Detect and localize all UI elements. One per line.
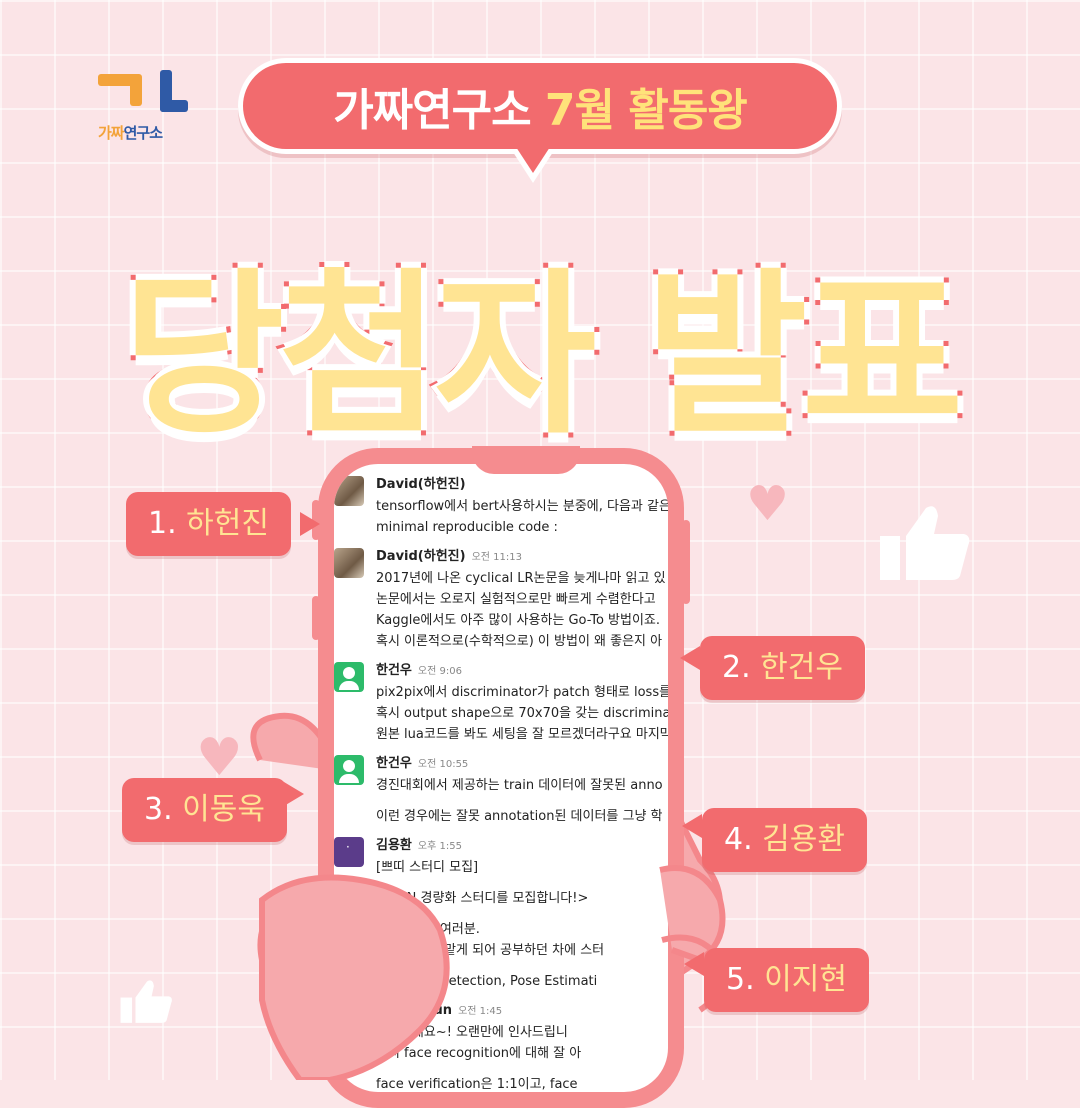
message-text: 안녕하세요~! 오랜만에 인사드립니 bbox=[376, 1025, 568, 1040]
sender-name: leeejihyun bbox=[376, 1003, 453, 1018]
chat-message: leeejihyun 오전 1:45 안녕하세요~! 오랜만에 인사드립니혹시 fa… bbox=[334, 1000, 668, 1108]
winner-label-4: 4. 김용환 bbox=[702, 808, 867, 872]
avatar bbox=[334, 662, 364, 692]
chat-message: David(하헌진) 오전 11:13 2017년에 나온 cyclical LR논… bbox=[334, 546, 668, 652]
sender-name: 한건우 bbox=[376, 663, 412, 678]
message-time: 오전 1:45 bbox=[458, 1006, 503, 1017]
thumbs-up-icon bbox=[120, 980, 172, 1023]
message-text: face verification은 1:1이고, face bbox=[376, 1077, 578, 1092]
chat-message: David(하헌진) tensorflow에서 bert사용하시는 분중에, 다음… bbox=[334, 474, 668, 538]
winner-label-3: 3. 이동욱 bbox=[122, 778, 287, 842]
logo-text: 가짜연구소 bbox=[98, 124, 163, 142]
avatar bbox=[334, 476, 364, 506]
message-text: 혹시 output shape으로 70x70을 갖는 discriminato… bbox=[376, 706, 684, 721]
message-text: 가짜연구소 여러분. bbox=[376, 922, 480, 937]
winner-label-2: 2. 한건우 bbox=[700, 636, 865, 700]
message-time: 오후 1:55 bbox=[417, 841, 462, 852]
message-time: 오전 10:55 bbox=[417, 759, 469, 770]
chat-message: 한건우 오전 10:55 경진대회에서 제공하는 train 데이터에 잘못된 an… bbox=[334, 753, 668, 827]
message-text: 에 Object Detection, Pose Estimati bbox=[376, 974, 598, 989]
header-speech-bubble: 가짜연구소 7월 활동왕 bbox=[238, 58, 842, 183]
sender-name: 김용환 bbox=[376, 838, 412, 853]
message-text: 원본 lua코드를 봐도 세팅을 잘 모르겠더라구요 마지막 bbox=[376, 727, 672, 742]
message-text: <DNN 경량화 스터디를 모집합니다!> bbox=[376, 891, 589, 906]
chat-message: 한건우 오전 9:06 pix2pix에서 discriminator가 patch… bbox=[334, 660, 668, 745]
winner-label-1: 1. 하헌진 bbox=[126, 492, 291, 556]
message-text: 논문에서는 오로지 실험적으로만 빠르게 수렴한다고 bbox=[376, 592, 656, 607]
thumbs-up-icon bbox=[880, 506, 970, 580]
message-time: 오전 9:06 bbox=[417, 666, 462, 677]
announcement-title: 당첨자 발표 bbox=[118, 248, 969, 463]
chat-feed: David(하헌진) tensorflow에서 bert사용하시는 분중에, 다음… bbox=[334, 474, 668, 1108]
message-time: 오전 11:13 bbox=[471, 552, 522, 563]
sender-name: David(하헌진) bbox=[376, 549, 466, 564]
avatar bbox=[334, 548, 364, 578]
message-text: [쁘띠 스터디 모집] bbox=[376, 860, 479, 875]
avatar bbox=[334, 837, 364, 867]
sender-name: David(하헌진) bbox=[376, 477, 466, 492]
message-text: 2017년에 나온 cyclical LR논문을 늦게나마 읽고 있 bbox=[376, 571, 666, 586]
message-text: pix2pix에서 discriminator가 patch 형태로 loss를… bbox=[376, 685, 684, 700]
heart-icon: ♥ bbox=[746, 476, 790, 532]
brand-logo: 가짜연구소 bbox=[96, 70, 196, 150]
message-text: 량화 업무를 맡게 되어 공부하던 차에 스터 bbox=[376, 943, 605, 958]
message-text: 경진대회에서 제공하는 train 데이터에 잘못된 anno bbox=[376, 778, 663, 793]
sender-name: 한건우 bbox=[376, 756, 412, 771]
phone-screen: David(하헌진) tensorflow에서 bert사용하시는 분중에, 다음… bbox=[318, 448, 684, 1108]
message-text: 혹시 이론적으로(수학적으로) 이 방법이 왜 좋은지 아 bbox=[376, 634, 663, 649]
message-text: 이런 경우에는 잘못 annotation된 데이터를 그냥 학 bbox=[376, 809, 663, 824]
phone-notch bbox=[472, 446, 580, 474]
message-text: tensorflow에서 bert사용하시는 분중에, 다음과 같은 에 bbox=[376, 499, 684, 514]
header-title: 가짜연구소 7월 활동왕 bbox=[333, 85, 748, 136]
chat-message: 김용환 오후 1:55 [쁘띠 스터디 모집] <DNN 경량화 스터디를 모집합니다… bbox=[334, 835, 668, 992]
message-text: 구글링하다 보니 face recognition bbox=[376, 1098, 573, 1108]
avatar bbox=[334, 755, 364, 785]
message-text: 혹시 face recognition에 대해 잘 아 bbox=[376, 1046, 582, 1061]
winner-label-5: 5. 이지현 bbox=[704, 948, 869, 1012]
message-text: Kaggle에서도 아주 많이 사용하는 Go-To 방법이죠. bbox=[376, 613, 661, 628]
message-text: minimal reproducible code : bbox=[376, 520, 558, 535]
